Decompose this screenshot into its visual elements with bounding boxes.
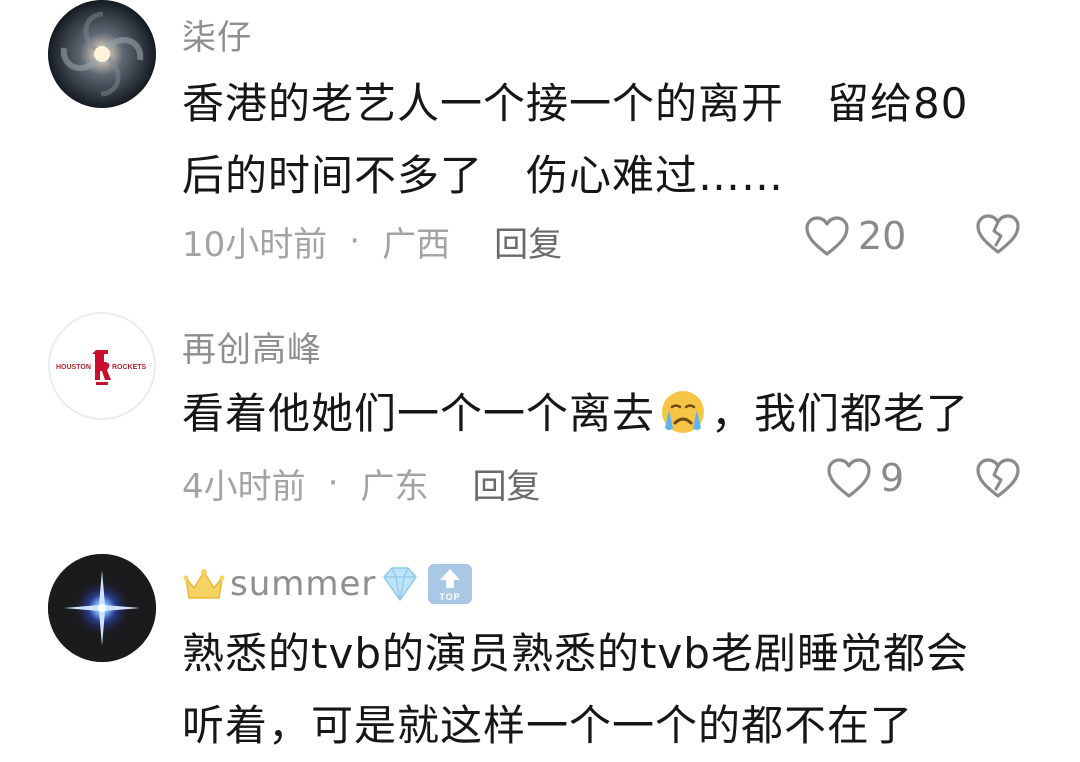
star-flare-avatar-icon [48, 554, 156, 662]
houston-rockets-logo-icon: HOUSTON ROCKETS [56, 350, 147, 385]
comment-location: 广东 [360, 466, 429, 507]
reply-button[interactable]: 回复 [494, 217, 562, 266]
broken-heart-icon [976, 214, 1020, 254]
username-text: summer [230, 564, 377, 604]
like-button[interactable]: 20 [804, 214, 906, 258]
crown-icon [183, 569, 225, 599]
arrow-up-icon: TOP [440, 569, 461, 602]
top-badge-text: TOP [440, 592, 461, 602]
top-badge-icon: TOP [428, 564, 473, 604]
comment-text-line: 听着，可是就这样一个一个的都不在了 [182, 701, 914, 750]
comment-meta: 10小时前 · 广西 回复 [182, 216, 562, 266]
heart-icon [805, 216, 849, 256]
username[interactable]: 柒仔 [182, 10, 252, 59]
user-avatar[interactable]: HOUSTON ROCKETS [48, 312, 156, 420]
comment-time: 4小时前 [182, 466, 306, 507]
logo-text-left: HOUSTON [56, 364, 91, 371]
crying-face-emoji-icon [662, 391, 705, 433]
comment-text-part: ，我们都老了 [711, 389, 970, 438]
like-count: 20 [858, 214, 907, 258]
username[interactable]: 再创高峰 [182, 322, 322, 371]
comment-text-line: 后的时间不多了 伤心难过…… [182, 151, 785, 200]
dislike-button[interactable] [974, 212, 1022, 260]
comment-time: 10小时前 [182, 224, 328, 265]
like-button[interactable]: 9 [826, 456, 904, 500]
comment-location: 广西 [382, 224, 451, 265]
user-avatar[interactable] [48, 0, 156, 108]
comment-text-part: 看着他她们一个一个离去 [182, 389, 656, 438]
comment-text: 熟悉的tvb的演员熟悉的tvb老剧睡觉都会 听着，可是就这样一个一个的都不在了 [182, 618, 1042, 762]
broken-heart-icon [976, 458, 1020, 498]
comment-text: 香港的老艺人一个接一个的离开 留给80 后的时间不多了 伤心难过…… [182, 68, 1042, 212]
reply-button[interactable]: 回复 [472, 459, 540, 508]
comment-text: 看着他她们一个一个离去 ，我们都老了 [182, 378, 1042, 450]
username[interactable]: summer TOP [182, 564, 473, 604]
like-count: 9 [880, 456, 905, 500]
meta-separator: · [327, 463, 339, 503]
user-avatar[interactable] [48, 554, 156, 662]
comment-text-line: 熟悉的tvb的演员熟悉的tvb老剧睡觉都会 [182, 629, 969, 678]
dislike-button[interactable] [974, 456, 1022, 504]
heart-icon [827, 458, 871, 498]
galaxy-avatar-icon [48, 0, 156, 108]
logo-text-right: ROCKETS [112, 364, 147, 371]
meta-separator: · [349, 221, 361, 261]
comment-meta: 4小时前 · 广东 回复 [182, 458, 540, 508]
diamond-icon [383, 567, 418, 601]
comment-text-line: 香港的老艺人一个接一个的离开 留给80 [182, 79, 969, 128]
